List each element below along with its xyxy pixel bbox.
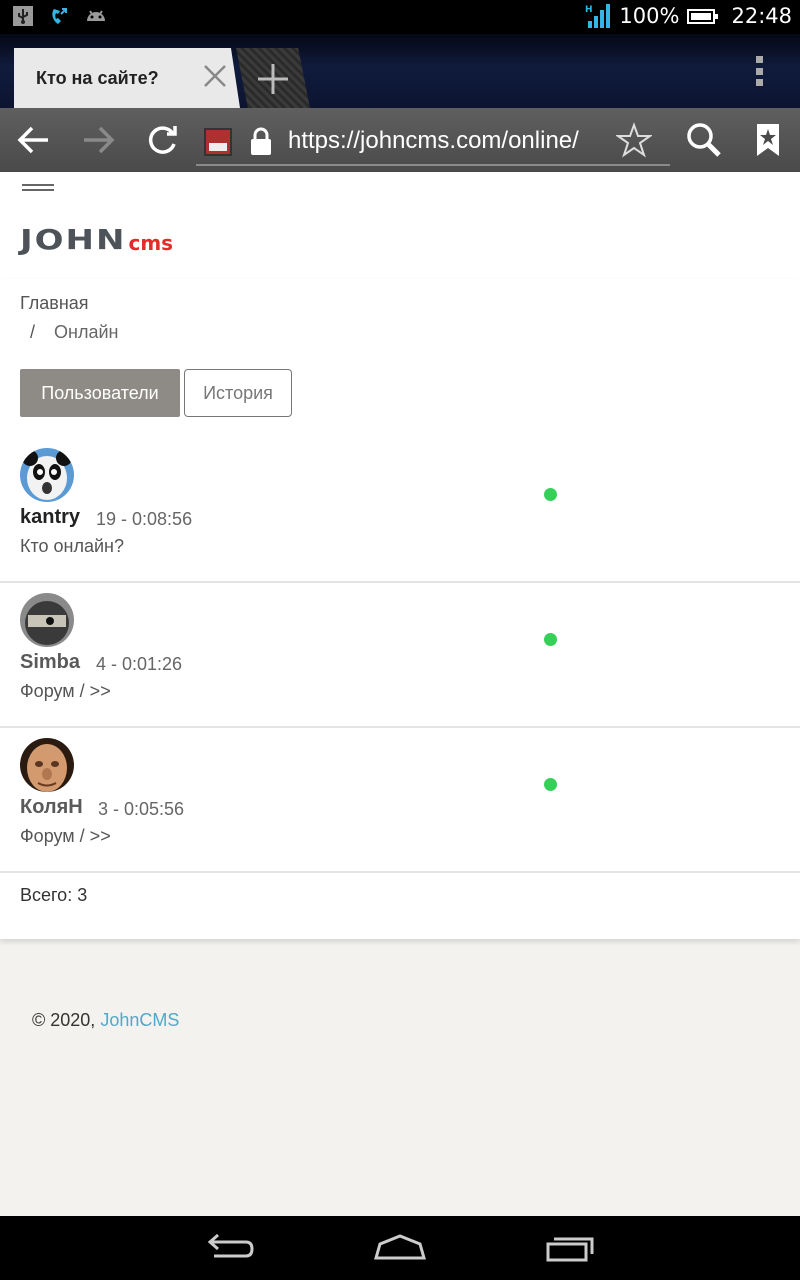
tab-users[interactable]: Пользователи [20, 369, 180, 417]
browser-tab[interactable]: Кто на сайте? [14, 48, 240, 108]
new-tab-button[interactable] [236, 48, 310, 108]
logo-sub: cms [128, 231, 174, 255]
online-status-indicator [544, 633, 557, 646]
plus-icon [258, 64, 288, 94]
main-content: Главная / Онлайн Пользователи История ka… [0, 279, 800, 939]
copyright-text: © 2020, [32, 1010, 96, 1030]
avatar[interactable] [20, 593, 74, 647]
back-nav-icon[interactable] [200, 1230, 260, 1266]
avatar[interactable] [20, 738, 74, 792]
bookmarks-icon[interactable] [748, 120, 788, 160]
user-online-time: 3 - 0:05:56 [98, 799, 185, 819]
address-bar[interactable]: https://johncms.com/online/ [196, 116, 670, 166]
user-location: Кто онлайн? [20, 536, 125, 556]
android-icon [87, 10, 105, 21]
user-location: Форум / >> [20, 826, 111, 846]
user-name[interactable]: kantry [20, 506, 80, 529]
forward-icon[interactable] [78, 120, 118, 160]
site-logo[interactable]: JOHN cms [20, 220, 173, 254]
search-icon[interactable] [684, 120, 724, 160]
browser-tab-strip: Кто на сайте? [0, 34, 800, 108]
logo-main: JOHN [20, 223, 127, 257]
user-row: КоляН 3 - 0:05:56 Форум / >> [0, 728, 800, 873]
url-text: https://johncms.com/online/ [288, 127, 579, 154]
svg-text:H: H [585, 5, 593, 15]
footer-johncms-link[interactable]: JohnCMS [100, 1010, 179, 1030]
browser-toolbar: https://johncms.com/online/ [0, 108, 800, 172]
total-count: Всего: 3 [20, 885, 88, 905]
star-icon[interactable] [616, 122, 652, 158]
site-header: JOHN cms [0, 172, 800, 279]
back-icon[interactable] [14, 120, 54, 160]
breadcrumb-home-link[interactable]: Главная [20, 293, 89, 314]
online-status-indicator [544, 778, 557, 791]
online-status-indicator [544, 488, 557, 501]
breadcrumb-separator: / [30, 322, 36, 342]
user-name[interactable]: КоляН [20, 796, 83, 819]
user-online-time: 4 - 0:01:26 [96, 654, 183, 674]
reload-icon[interactable] [142, 120, 182, 160]
call-forward-icon [52, 8, 67, 24]
clock: 22:48 [731, 4, 792, 28]
signal-icon: H [585, 4, 611, 28]
usb-icon [13, 6, 33, 26]
user-location: Форум / >> [20, 681, 111, 701]
recent-apps-icon[interactable] [540, 1230, 600, 1266]
breadcrumb-current: Онлайн [54, 322, 119, 342]
tab-history[interactable]: История [184, 369, 292, 417]
tab-title: Кто на сайте? [36, 68, 159, 88]
footer: © 2020, JohnCMS [32, 1010, 179, 1031]
lock-icon [251, 127, 271, 155]
user-row: kantry 19 - 0:08:56 Кто онлайн? [0, 438, 800, 583]
user-row: Simba 4 - 0:01:26 Форум / >> [0, 583, 800, 728]
site-favicon-icon [204, 128, 232, 156]
close-tab-icon[interactable] [200, 61, 230, 91]
system-nav-bar [0, 1216, 800, 1280]
status-bar: H 100% 22:48 [0, 0, 800, 34]
battery-icon [687, 8, 719, 24]
user-name[interactable]: Simba [20, 651, 80, 674]
avatar[interactable] [20, 448, 74, 502]
home-nav-icon[interactable] [370, 1230, 430, 1266]
battery-percent: 100% [619, 4, 680, 28]
user-online-time: 19 - 0:08:56 [96, 509, 193, 529]
web-page: JOHN cms Главная / Онлайн Пользователи И… [0, 172, 800, 1216]
hamburger-menu-icon[interactable] [22, 184, 54, 196]
overflow-menu-button[interactable] [756, 56, 764, 86]
